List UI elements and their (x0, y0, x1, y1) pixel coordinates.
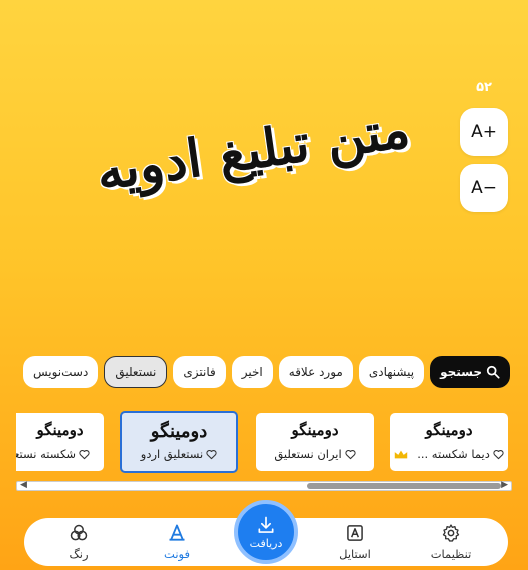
heart-icon[interactable] (493, 449, 504, 460)
category-chips: جستجو پیشنهادی مورد علاقه اخیر فانتزی نس… (14, 356, 510, 388)
horizontal-scrollbar[interactable]: ◀ ▶ (16, 480, 512, 491)
search-chip-label: جستجو (440, 365, 482, 379)
search-chip[interactable]: جستجو (430, 356, 510, 388)
font-card-selected[interactable]: دومینگو نستعلیق اردو (120, 411, 238, 473)
font-card-label-row: شکسته نستعلیق (16, 447, 104, 461)
font-card-label-row: ایران نستعلیق (256, 447, 374, 461)
heart-icon[interactable] (345, 449, 356, 460)
font-icon (169, 524, 185, 541)
font-card-label-row: دیما شکسته ... (390, 447, 508, 461)
font-card[interactable]: دومینگو ایران نستعلیق (256, 413, 374, 471)
text-style-icon (347, 525, 363, 541)
chip-suggested[interactable]: پیشنهادی (358, 356, 425, 388)
gear-icon (442, 524, 460, 542)
preview-text[interactable]: متن تبلیغ ادویه (93, 82, 414, 219)
heart-icon[interactable] (79, 449, 90, 460)
nav-color-label: رنگ (69, 547, 89, 561)
scroll-right-icon[interactable]: ▶ (501, 480, 508, 490)
font-list: دومینگو دیما شکسته ... دومینگو ایران نست… (16, 410, 512, 474)
chip-fantasy[interactable]: فانتزی (173, 356, 226, 388)
download-label: دریافت (249, 536, 283, 550)
font-sample: دومینگو (36, 421, 84, 439)
font-name: ایران نستعلیق (274, 447, 342, 461)
nav-font[interactable]: فونت (142, 523, 212, 561)
font-size-value: ۵۲ (476, 80, 492, 95)
nav-settings-label: تنظیمات (430, 547, 472, 561)
nav-font-label: فونت (164, 547, 190, 561)
crown-icon (394, 450, 408, 458)
chip-handwritten[interactable]: دست‌نویس (22, 356, 99, 388)
font-sample: دومینگو (425, 421, 473, 439)
nav-style-label: استایل (339, 547, 371, 561)
search-icon (486, 365, 500, 379)
font-card[interactable]: دومینگو شکسته نستعلیق (16, 413, 104, 471)
decrease-font-size-button[interactable]: A− (460, 164, 508, 212)
chip-favorites[interactable]: مورد علاقه (278, 356, 353, 388)
font-sample: دومینگو (291, 421, 339, 439)
color-circles-icon (70, 524, 88, 541)
nav-style[interactable]: استایل (320, 523, 390, 561)
scrollbar-thumb[interactable] (307, 483, 501, 489)
font-card[interactable]: دومینگو دیما شکسته ... (390, 413, 508, 471)
chip-nastaliq[interactable]: نستعلیق (104, 356, 168, 388)
scroll-left-icon[interactable]: ◀ (20, 480, 27, 490)
chip-recent[interactable]: اخیر (231, 356, 273, 388)
nav-settings[interactable]: تنظیمات (416, 523, 486, 561)
download-button[interactable]: دریافت (234, 500, 298, 564)
font-sample: دومینگو (150, 421, 208, 442)
increase-font-size-button[interactable]: A+ (460, 108, 508, 156)
font-name: دیما شکسته ... (417, 447, 490, 461)
font-name: شکسته نستعلیق (16, 447, 76, 461)
nav-color[interactable]: رنگ (44, 523, 114, 561)
font-name: نستعلیق اردو (140, 447, 204, 461)
heart-icon[interactable] (206, 449, 217, 460)
download-icon (258, 516, 274, 533)
font-card-label-row: نستعلیق اردو (122, 447, 236, 461)
